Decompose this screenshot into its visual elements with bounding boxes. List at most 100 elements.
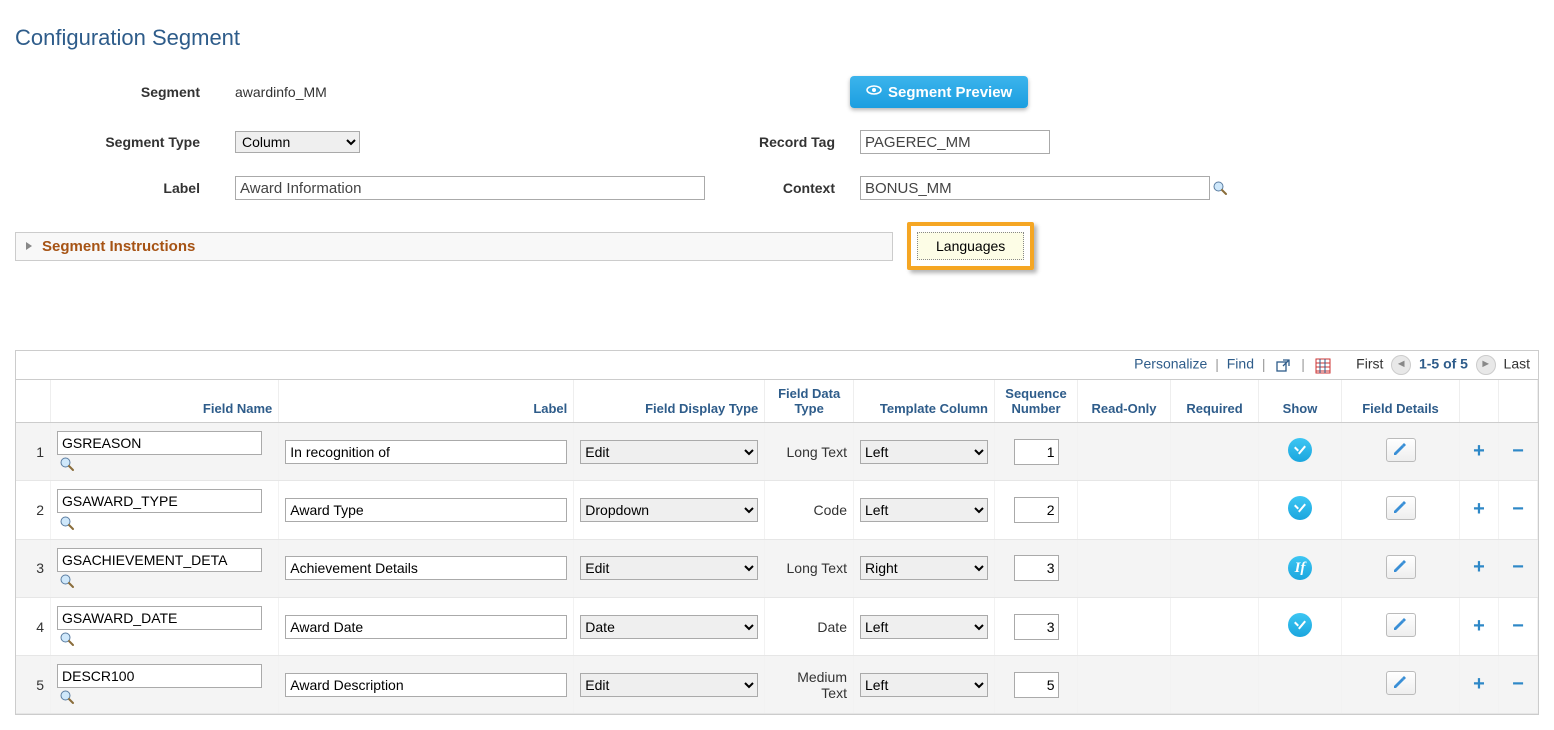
label-input[interactable] bbox=[285, 673, 567, 697]
template-column-select[interactable]: Left bbox=[860, 673, 988, 697]
show-cell: If bbox=[1259, 539, 1342, 597]
record-tag-input[interactable] bbox=[860, 130, 1050, 154]
template-column-select[interactable]: Left bbox=[860, 615, 988, 639]
col-display-type: Field Display Type bbox=[574, 380, 765, 423]
row-number: 2 bbox=[16, 481, 51, 539]
last-link[interactable]: Last bbox=[1504, 356, 1530, 372]
add-row-button[interactable]: + bbox=[1472, 619, 1486, 633]
add-row-button[interactable]: + bbox=[1472, 677, 1486, 691]
required-cell bbox=[1171, 539, 1259, 597]
label-input[interactable] bbox=[285, 556, 567, 580]
col-show: Show bbox=[1259, 380, 1342, 423]
segment-instructions-label: Segment Instructions bbox=[42, 238, 195, 255]
find-link[interactable]: Find bbox=[1227, 356, 1254, 372]
add-row-button[interactable]: + bbox=[1472, 444, 1486, 458]
display-type-select[interactable]: Date bbox=[580, 615, 758, 639]
readonly-cell bbox=[1078, 481, 1171, 539]
grid-view-icon[interactable] bbox=[1315, 356, 1331, 373]
field-details-button[interactable] bbox=[1386, 438, 1416, 462]
add-row-button[interactable]: + bbox=[1472, 502, 1486, 516]
eye-icon bbox=[866, 82, 882, 102]
table-row: 4DateDateLeft+− bbox=[16, 597, 1538, 655]
data-type-cell: Code bbox=[765, 481, 854, 539]
field-name-input[interactable] bbox=[57, 606, 262, 630]
template-column-select[interactable]: Left bbox=[860, 498, 988, 522]
field-name-input[interactable] bbox=[57, 431, 262, 455]
lookup-icon[interactable] bbox=[59, 573, 75, 589]
check-icon[interactable] bbox=[1288, 496, 1312, 520]
languages-button[interactable]: Languages bbox=[917, 232, 1024, 260]
required-cell bbox=[1171, 481, 1259, 539]
lookup-icon[interactable] bbox=[59, 631, 75, 647]
sequence-input[interactable] bbox=[1014, 614, 1059, 640]
label-input[interactable] bbox=[285, 498, 567, 522]
personalize-link[interactable]: Personalize bbox=[1134, 356, 1207, 372]
delete-row-button[interactable]: − bbox=[1511, 560, 1525, 574]
show-cell bbox=[1259, 656, 1342, 714]
next-icon[interactable]: ► bbox=[1476, 355, 1496, 375]
lookup-icon[interactable] bbox=[59, 456, 75, 472]
add-row-button[interactable]: + bbox=[1472, 560, 1486, 574]
field-details-button[interactable] bbox=[1386, 671, 1416, 695]
template-column-select[interactable]: Right bbox=[860, 556, 988, 580]
col-field-name: Field Name bbox=[51, 380, 279, 423]
if-icon[interactable]: If bbox=[1288, 556, 1312, 580]
template-column-select[interactable]: Left bbox=[860, 440, 988, 464]
display-type-select[interactable]: Dropdown bbox=[580, 498, 758, 522]
delete-row-button[interactable]: − bbox=[1511, 444, 1525, 458]
field-name-input[interactable] bbox=[57, 664, 262, 688]
lookup-icon[interactable] bbox=[59, 515, 75, 531]
row-number: 4 bbox=[16, 597, 51, 655]
field-details-button[interactable] bbox=[1386, 555, 1416, 579]
page-title: Configuration Segment bbox=[15, 25, 1539, 51]
row-number: 1 bbox=[16, 423, 51, 481]
table-row: 3EditLong TextRightIf+− bbox=[16, 539, 1538, 597]
segment-preview-label: Segment Preview bbox=[888, 84, 1012, 101]
readonly-cell bbox=[1078, 539, 1171, 597]
segment-preview-button[interactable]: Segment Preview bbox=[850, 76, 1028, 108]
popout-icon[interactable] bbox=[1275, 356, 1291, 373]
sequence-input[interactable] bbox=[1014, 672, 1059, 698]
table-row: 1 Edit Long TextLeft + − bbox=[16, 423, 1538, 481]
segment-type-select[interactable]: Column bbox=[235, 131, 360, 153]
prev-icon[interactable]: ◄ bbox=[1391, 355, 1411, 375]
label-label: Label bbox=[15, 180, 235, 196]
field-name-input[interactable] bbox=[57, 548, 262, 572]
display-type-select[interactable]: Edit bbox=[580, 440, 758, 464]
field-details-button[interactable] bbox=[1386, 613, 1416, 637]
lookup-icon[interactable] bbox=[1212, 180, 1228, 196]
sequence-input[interactable] bbox=[1014, 439, 1059, 465]
sequence-input[interactable] bbox=[1014, 555, 1059, 581]
label-input[interactable] bbox=[285, 440, 567, 464]
sequence-input[interactable] bbox=[1014, 497, 1059, 523]
lookup-icon[interactable] bbox=[59, 689, 75, 705]
record-tag-label: Record Tag bbox=[715, 134, 860, 150]
delete-row-button[interactable]: − bbox=[1511, 502, 1525, 516]
data-type-cell: Long Text bbox=[765, 423, 854, 481]
context-input[interactable] bbox=[860, 176, 1210, 200]
table-row: 5EditMedium TextLeft+− bbox=[16, 656, 1538, 714]
delete-row-button[interactable]: − bbox=[1511, 619, 1525, 633]
segment-value: awardinfo_MM bbox=[235, 84, 850, 100]
label-input[interactable] bbox=[235, 176, 705, 200]
context-label: Context bbox=[715, 180, 860, 196]
delete-row-button[interactable]: − bbox=[1511, 677, 1525, 691]
display-type-select[interactable]: Edit bbox=[580, 556, 758, 580]
display-type-select[interactable]: Edit bbox=[580, 673, 758, 697]
show-cell bbox=[1259, 481, 1342, 539]
first-link[interactable]: First bbox=[1356, 356, 1383, 372]
form-area: Segment awardinfo_MM Segment Preview Seg… bbox=[15, 76, 1539, 270]
grid-toolbar: Personalize | Find | | First ◄ 1-5 of 5 … bbox=[16, 351, 1538, 380]
label-input[interactable] bbox=[285, 615, 567, 639]
check-icon[interactable] bbox=[1288, 438, 1312, 462]
grid: Personalize | Find | | First ◄ 1-5 of 5 … bbox=[15, 350, 1539, 715]
check-icon[interactable] bbox=[1288, 613, 1312, 637]
field-name-input[interactable] bbox=[57, 489, 262, 513]
languages-highlight: Languages bbox=[907, 222, 1034, 270]
segment-instructions-toggle[interactable]: Segment Instructions bbox=[15, 232, 893, 261]
show-cell bbox=[1259, 423, 1342, 481]
col-required: Required bbox=[1171, 380, 1259, 423]
field-details-button[interactable] bbox=[1386, 496, 1416, 520]
row-number: 5 bbox=[16, 656, 51, 714]
table-row: 2 Dropdown CodeLeft + − bbox=[16, 481, 1538, 539]
